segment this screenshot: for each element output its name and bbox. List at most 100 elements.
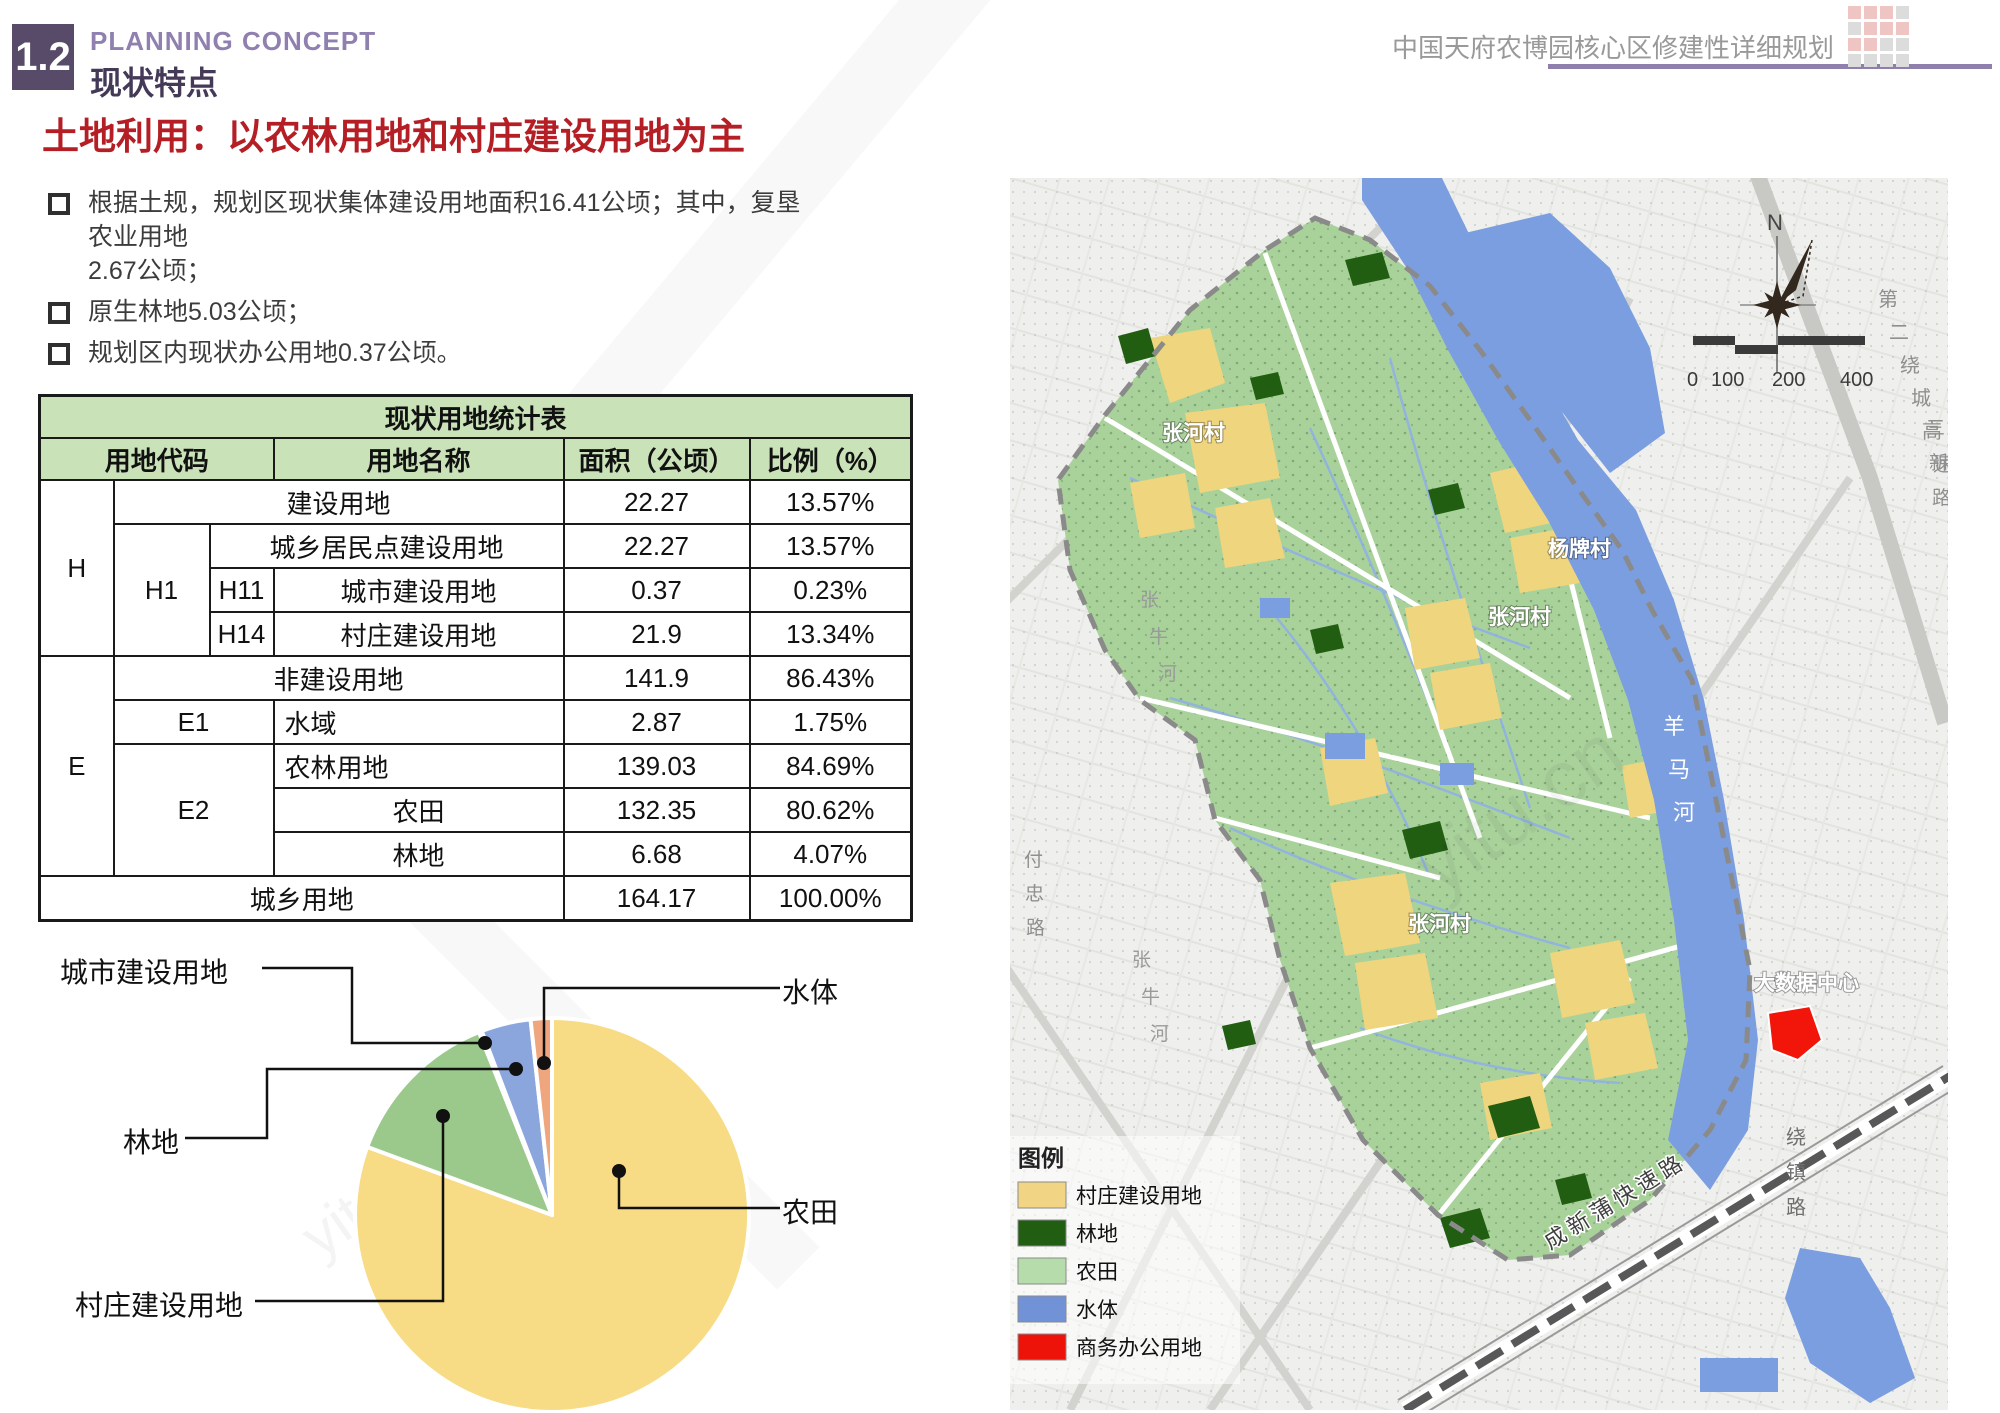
bullet-text: 规划区内现状办公用地0.37公顷。	[88, 336, 462, 370]
dot-farmland	[612, 1164, 626, 1178]
pie-label-urban: 城市建设用地	[60, 951, 228, 991]
bullet-item: 原生林地5.03公顷；	[48, 295, 808, 329]
bullet-list: 根据土规，规划区现状集体建设用地面积16.41公顷；其中，复垦农业用地2.67公…	[48, 186, 808, 377]
map-label-char: 城	[1911, 387, 1931, 410]
table-cell: 农田	[274, 788, 564, 832]
bullet-text: 根据土规，规划区现状集体建设用地面积16.41公顷；其中，复垦农业用地2.67公…	[88, 186, 808, 288]
logo-grid-icon	[1848, 6, 1910, 68]
site-map: N 0 100 200 400 付忠路 张牛河 张牛河 羊马河 第二绕城高速 三	[1010, 178, 1948, 1410]
bullet-item: 根据土规，规划区现状集体建设用地面积16.41公顷；其中，复垦农业用地2.67公…	[48, 186, 808, 288]
table-cell: 水域	[274, 700, 564, 744]
table-cell: H	[40, 480, 114, 656]
table-cell: 13.57%	[750, 480, 912, 524]
north-label: N	[1767, 210, 1783, 235]
map-label-char: 河	[1158, 663, 1177, 685]
table-cell: 比例（%）	[750, 438, 912, 480]
bullet-item: 规划区内现状办公用地0.37公顷。	[48, 336, 808, 370]
table-cell: H11	[210, 568, 274, 612]
site-map-svg: N 0 100 200 400 付忠路 张牛河 张牛河 羊马河 第二绕城高速 三	[1010, 178, 1948, 1410]
table-cell: 面积（公顷）	[564, 438, 750, 480]
legend-label: 商务办公用地	[1076, 1337, 1202, 1360]
table-cell: 100.00%	[750, 876, 912, 921]
table-cell: 非建设用地	[114, 656, 564, 700]
pie-label-village: 村庄建设用地	[75, 1284, 243, 1324]
bullet-text: 原生林地5.03公顷；	[88, 295, 312, 329]
map-label-char: 绕	[1900, 354, 1920, 377]
table-cell: 0.23%	[750, 568, 912, 612]
map-label-char: 第	[1878, 288, 1898, 311]
map-label-char: 马	[1668, 757, 1690, 782]
legend-swatch	[1018, 1334, 1066, 1360]
dot-village	[436, 1109, 450, 1123]
scale-tick: 200	[1772, 369, 1805, 391]
bullet-square-icon	[48, 193, 70, 215]
land-use-table: 现状用地统计表用地代码用地名称面积（公顷）比例（%）H建设用地22.2713.5…	[38, 394, 913, 922]
table-cell: 13.34%	[750, 612, 912, 656]
legend-swatch	[1018, 1258, 1066, 1284]
legend-swatch	[1018, 1296, 1066, 1322]
bullet-square-icon	[48, 302, 70, 324]
table-cell: 城乡用地	[40, 876, 564, 921]
legend-swatch	[1018, 1182, 1066, 1208]
bullet-square-icon	[48, 343, 70, 365]
table-cell: 21.9	[564, 612, 750, 656]
table-cell: 22.27	[564, 524, 750, 568]
table-cell: 建设用地	[114, 480, 564, 524]
map-legend: 图例 村庄建设用地林地农田水体商务办公用地	[1010, 1136, 1240, 1384]
table-cell: 0.37	[564, 568, 750, 612]
map-label-char: 张	[1140, 589, 1159, 611]
map-label-char: 路	[1786, 1196, 1806, 1219]
land-use-table-body: 现状用地统计表用地代码用地名称面积（公顷）比例（%）H建设用地22.2713.5…	[40, 396, 912, 921]
slide: { "header": { "badge": "1.2", "kicker": …	[0, 0, 2000, 1413]
dot-forest	[509, 1062, 523, 1076]
map-label-char: 牛	[1149, 626, 1168, 648]
poi-label-datacenter: 大数据中心	[1754, 972, 1859, 995]
scale-tick: 0	[1687, 369, 1698, 391]
table-cell: H14	[210, 612, 274, 656]
pie-chart: yitu.cn	[0, 930, 800, 1413]
table-cell: 4.07%	[750, 832, 912, 876]
table-cell: 2.87	[564, 700, 750, 744]
map-label-char: 绕	[1786, 1126, 1806, 1149]
map-label-char: 二	[1889, 322, 1909, 344]
map-label-char: 路	[1026, 917, 1045, 939]
village-label-zhanghe-2: 张河村	[1488, 605, 1551, 629]
table-cell: 用地代码	[40, 438, 274, 480]
map-label-char: 三	[1926, 418, 1945, 439]
road-label-raozhen: 绕镇路	[1786, 1126, 1806, 1219]
legend-swatch	[1018, 1220, 1066, 1246]
map-label-char: 河	[1673, 800, 1695, 825]
road-label-fuzhong: 付忠路	[1024, 849, 1045, 939]
scale-tick: 400	[1840, 369, 1873, 391]
legend-label: 农田	[1076, 1261, 1118, 1284]
document-title: 中国天府农博园核心区修建性详细规划	[1392, 28, 1834, 65]
table-cell: 农林用地	[274, 744, 564, 788]
village-label-zhanghe-1: 张河村	[1162, 421, 1225, 445]
table-cell: 城乡居民点建设用地	[210, 524, 564, 568]
pie-label-farmland: 农田	[782, 1191, 838, 1231]
table-cell: 164.17	[564, 876, 750, 921]
leader-urban	[262, 968, 485, 1043]
legend-title: 图例	[1018, 1145, 1064, 1171]
table-cell: 139.03	[564, 744, 750, 788]
section-number-badge: 1.2	[12, 24, 74, 90]
map-label-char: 忠	[1025, 883, 1044, 905]
map-label-char: 羊	[1663, 714, 1685, 739]
map-label-char: 付	[1024, 849, 1043, 871]
table-cell: 1.75%	[750, 700, 912, 744]
table-cell: 现状用地统计表	[40, 396, 912, 439]
map-label-char: 河	[1150, 1023, 1169, 1045]
scale-tick: 100	[1711, 369, 1744, 391]
map-label-char: 张	[1132, 949, 1151, 971]
legend-label: 村庄建设用地	[1076, 1185, 1202, 1208]
map-label-char: 镇	[1786, 1161, 1806, 1184]
table-cell: E2	[114, 744, 274, 876]
map-label-char: 路	[1932, 487, 1948, 509]
table-cell: 22.27	[564, 480, 750, 524]
table-cell: 村庄建设用地	[274, 612, 564, 656]
dot-water	[537, 1056, 551, 1070]
table-cell: E1	[114, 700, 274, 744]
table-cell: 6.68	[564, 832, 750, 876]
table-cell: 132.35	[564, 788, 750, 832]
pie-label-forest: 林地	[123, 1121, 179, 1161]
